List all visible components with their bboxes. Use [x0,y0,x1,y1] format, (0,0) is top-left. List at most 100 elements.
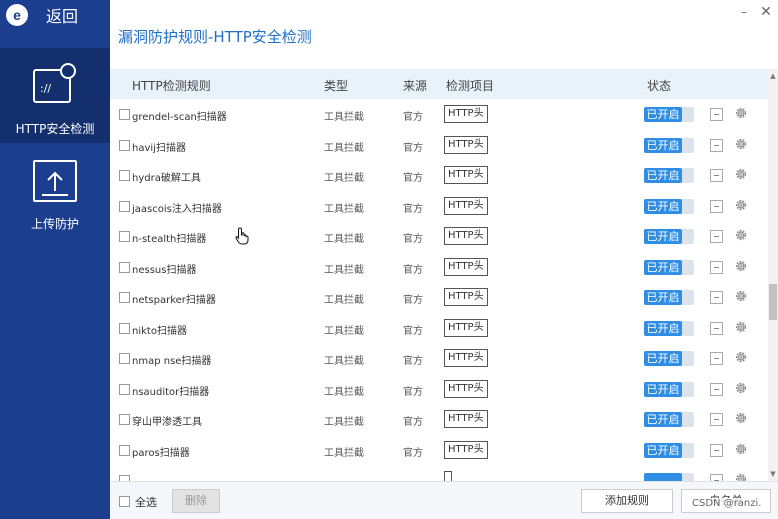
status-toggle[interactable] [644,473,694,481]
sidebar: e 返回 :// HTTP安全检测 上传防护 [0,0,110,519]
table-header: HTTP检测规则 类型 来源 检测项目 状态 [110,69,768,99]
status-toggle-label: 已开启 [644,259,682,275]
table-row: netsparker扫描器 工具拦截 官方 HTTP头 已开启 [110,282,768,312]
status-toggle[interactable]: 已开启 [644,412,694,427]
table-row: havij扫描器 工具拦截 官方 HTTP头 已开启 [110,130,768,160]
gear-icon[interactable] [734,228,748,242]
disable-icon[interactable] [710,260,723,274]
row-checkbox[interactable] [119,261,130,273]
row-checkbox[interactable] [119,383,130,395]
rule-name: 穿山甲渗透工具 [132,417,202,428]
disable-icon[interactable] [710,382,723,396]
disable-icon[interactable] [710,321,723,335]
gear-icon[interactable] [734,289,748,303]
gear-icon[interactable] [734,320,748,334]
rule-item-tag: HTTP头 [444,349,488,367]
rule-table: grendel-scan扫描器 工具拦截 官方 HTTP头 已开启 havij扫… [110,99,768,481]
disable-icon[interactable] [710,443,723,457]
status-toggle-label: 已开启 [644,290,682,305]
sidebar-item-upload-protection[interactable]: 上传防护 [0,155,110,235]
disable-icon[interactable] [710,413,723,426]
gear-icon[interactable] [734,472,748,481]
rule-type: 工具拦截 [324,142,364,154]
add-rule-button[interactable]: 添加规则 [581,489,673,513]
status-toggle[interactable]: 已开启 [644,259,694,275]
table-row: jaascois注入扫描器 工具拦截 官方 HTTP头 已开启 [110,191,768,221]
status-toggle[interactable]: 已开启 [644,442,694,458]
rule-type: 工具拦截 [324,417,364,428]
rule-source: 官方 [403,417,423,428]
row-checkbox[interactable] [119,414,130,425]
status-toggle-label: 已开启 [644,351,682,366]
rule-type: 工具拦截 [324,356,364,367]
rule-type: 工具拦截 [324,264,364,276]
select-all-label[interactable]: 全选 [135,494,157,510]
scroll-thumb[interactable] [769,284,777,320]
row-checkbox[interactable] [119,200,130,212]
gear-icon[interactable] [734,106,748,120]
rule-source: 官方 [403,203,423,215]
rule-item-tag: HTTP头 [444,288,488,306]
table-row: n-stealth扫描器 工具拦截 官方 HTTP头 已开启 [110,221,768,251]
disable-icon[interactable] [710,352,723,365]
disable-icon[interactable] [710,474,723,481]
status-toggle[interactable]: 已开启 [644,107,694,122]
status-toggle[interactable]: 已开启 [644,168,694,183]
svg-text:://: :// [40,82,51,95]
row-checkbox[interactable] [119,231,130,242]
row-checkbox[interactable] [119,109,130,120]
row-checkbox[interactable] [119,322,130,334]
status-toggle[interactable]: 已开启 [644,381,694,397]
close-button[interactable]: ✕ [758,4,774,20]
scroll-up-icon[interactable]: ▲ [768,71,778,81]
row-checkbox[interactable] [119,170,130,181]
status-toggle-label: 已开启 [644,412,682,427]
back-button[interactable]: 返回 [46,3,78,27]
disable-icon[interactable] [710,199,723,213]
gear-icon[interactable] [734,167,748,181]
minimize-button[interactable]: – [736,4,752,20]
gear-icon[interactable] [734,350,748,364]
rule-type: 工具拦截 [324,234,364,245]
rule-item-tag: HTTP头 [444,440,488,459]
row-checkbox[interactable] [119,292,130,303]
rule-name: nikto扫描器 [132,325,187,337]
disable-icon[interactable] [710,138,723,152]
gear-icon[interactable] [734,137,748,151]
disable-icon[interactable] [710,291,723,304]
table-row: nmap nse扫描器 工具拦截 官方 HTTP头 已开启 [110,343,768,373]
back-bar[interactable]: e 返回 [0,0,110,30]
rule-item-tag: HTTP头 [444,410,488,428]
select-all-checkbox[interactable] [119,496,130,507]
disable-icon[interactable] [710,108,723,121]
status-toggle[interactable]: 已开启 [644,137,694,153]
status-toggle[interactable]: 已开启 [644,351,694,366]
status-toggle[interactable]: 已开启 [644,320,694,336]
table-row: paros扫描器 工具拦截 官方 HTTP头 已开启 [110,435,768,465]
rule-source: 官方 [403,356,423,367]
status-toggle[interactable]: 已开启 [644,198,694,214]
rule-item-tag: HTTP头 [444,379,488,398]
gear-icon[interactable] [734,259,748,273]
table-scrollbar[interactable]: ▲ ▼ [768,69,778,481]
gear-icon[interactable] [734,411,748,425]
row-checkbox[interactable] [119,444,130,456]
disable-icon[interactable] [710,169,723,182]
rule-type: 工具拦截 [324,203,364,215]
table-row: 穿山甲渗透工具 工具拦截 官方 HTTP头 已开启 [110,404,768,434]
scroll-down-icon[interactable]: ▼ [768,469,778,479]
status-toggle[interactable]: 已开启 [644,290,694,305]
hand-cursor-icon [235,227,249,245]
row-checkbox[interactable] [119,353,130,364]
delete-button[interactable]: 删除 [172,489,220,513]
row-checkbox[interactable] [119,139,130,151]
disable-icon[interactable] [710,230,723,243]
sidebar-item-http-security[interactable]: :// HTTP安全检测 [0,48,110,143]
status-toggle[interactable]: 已开启 [644,229,694,244]
status-toggle-label: 已开启 [644,442,682,458]
upload-icon [30,157,80,207]
gear-icon[interactable] [734,198,748,212]
gear-icon[interactable] [734,442,748,456]
gear-icon[interactable] [734,381,748,395]
table-row: grendel-scan扫描器 工具拦截 官方 HTTP头 已开启 [110,99,768,129]
